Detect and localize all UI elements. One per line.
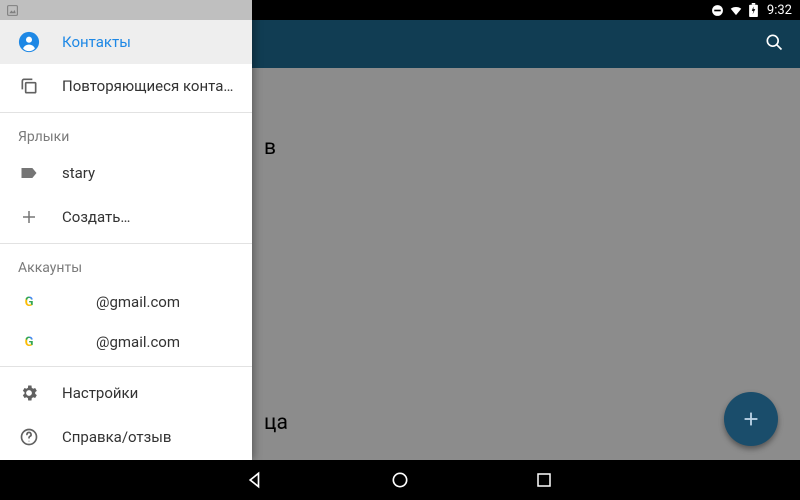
drawer-item-label: stary [62, 164, 95, 182]
search-button[interactable] [764, 32, 784, 56]
drawer-item-label: Повторяющиеся конта… [62, 77, 233, 95]
drawer-account-item[interactable]: G @gmail.com [0, 322, 252, 362]
copy-icon [18, 75, 40, 97]
nav-back-button[interactable] [244, 468, 268, 492]
drawer-item-label: Настройки [62, 384, 138, 402]
plus-icon [18, 206, 40, 228]
nav-home-button[interactable] [388, 468, 412, 492]
drawer-item-contacts[interactable]: Контакты [0, 20, 252, 64]
home-icon [390, 470, 410, 490]
contacts-icon [18, 31, 40, 53]
drawer-label-item[interactable]: stary [0, 151, 252, 195]
system-nav-bar [0, 460, 800, 500]
google-icon: G [18, 331, 40, 353]
drawer-item-label: Контакты [62, 33, 131, 51]
clock: 9:32 [767, 3, 792, 18]
section-header-labels: Ярлыки [0, 117, 252, 151]
drawer-item-label: Справка/отзыв [62, 428, 171, 446]
label-icon [18, 162, 40, 184]
drawer-item-settings[interactable]: Настройки [0, 371, 252, 415]
add-contact-fab[interactable] [724, 392, 778, 446]
battery-icon [747, 3, 761, 17]
search-icon [764, 32, 784, 52]
section-header-accounts: Аккаунты [0, 248, 252, 282]
divider [0, 112, 252, 113]
drawer-create-label[interactable]: Создать… [0, 195, 252, 239]
plus-icon [740, 408, 762, 430]
divider [0, 243, 252, 244]
back-icon [246, 470, 266, 490]
account-email: @gmail.com [96, 293, 180, 311]
drawer-item-help-feedback[interactable]: Справка/отзыв [0, 415, 252, 459]
nav-recents-button[interactable] [532, 468, 556, 492]
drawer-statusbar-area [0, 0, 252, 20]
drawer-account-item[interactable]: G @gmail.com [0, 282, 252, 322]
wifi-icon [729, 3, 743, 17]
divider [0, 366, 252, 367]
navigation-drawer: Контакты Повторяющиеся конта… Ярлыки sta… [0, 0, 252, 460]
drawer-item-duplicates[interactable]: Повторяющиеся конта… [0, 64, 252, 108]
gear-icon [18, 382, 40, 404]
help-icon [18, 426, 40, 448]
account-email: @gmail.com [96, 333, 180, 351]
recents-icon [535, 471, 553, 489]
image-indicator-icon [6, 4, 19, 17]
drawer-item-label: Создать… [62, 208, 130, 226]
dnd-icon [711, 3, 725, 17]
google-icon: G [18, 291, 40, 313]
